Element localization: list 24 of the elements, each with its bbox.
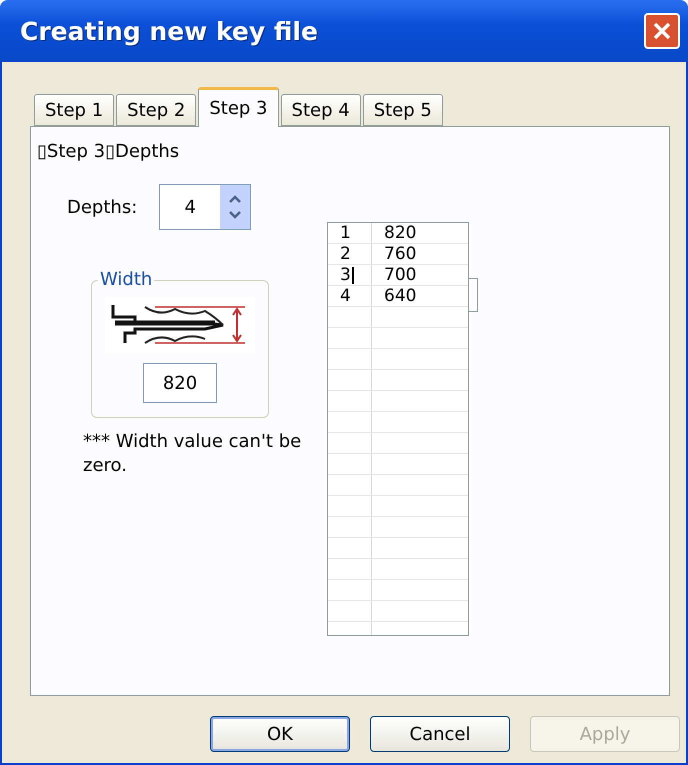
close-icon: [651, 20, 673, 42]
width-field[interactable]: 820: [143, 363, 217, 403]
tab[interactable]: Step 5: [362, 94, 443, 126]
warning-note: *** Width value can't be zero.: [83, 430, 302, 478]
text-cursor: [352, 266, 354, 284]
depths-spinner[interactable]: 4: [159, 184, 252, 230]
close-button[interactable]: [644, 13, 680, 49]
value-cell[interactable]: 820: [372, 223, 468, 243]
tab[interactable]: Step 3: [198, 87, 279, 127]
value-cell[interactable]: 700: [372, 265, 468, 285]
tab[interactable]: Step 4: [280, 94, 361, 126]
index-cell[interactable]: 1: [328, 223, 372, 243]
depths-label: Depths:: [67, 196, 138, 218]
value-cell[interactable]: 760: [372, 244, 468, 264]
index-cell[interactable]: 2: [328, 244, 372, 264]
dialog-button[interactable]: Cancel: [370, 716, 510, 752]
dialog-button[interactable]: OK: [210, 716, 350, 752]
index-cell[interactable]: 3: [328, 265, 372, 285]
section-heading: ▯Step 3▯Depths: [37, 141, 180, 162]
tab[interactable]: Step 2: [116, 94, 196, 126]
window-title: Creating new key file: [20, 16, 318, 46]
tab[interactable]: Step 1: [34, 94, 114, 126]
value-cell[interactable]: 640: [372, 286, 468, 306]
index-cell[interactable]: 4: [328, 286, 372, 306]
